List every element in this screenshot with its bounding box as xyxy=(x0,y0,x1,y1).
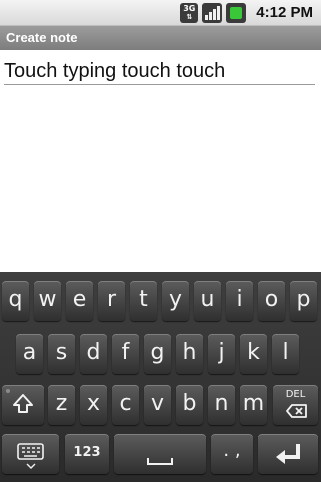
soft-keyboard: q w e r t y u i o p a s d f g h j k l z … xyxy=(0,272,321,482)
key-k[interactable]: k xyxy=(240,334,267,374)
title-bar: Create note xyxy=(0,26,321,50)
key-q[interactable]: q xyxy=(2,281,29,321)
status-icons: 3G ⇅ 4:12 PM xyxy=(180,2,313,23)
key-z[interactable]: z xyxy=(48,385,75,425)
key-c[interactable]: c xyxy=(112,385,139,425)
key-o[interactable]: o xyxy=(258,281,285,321)
key-j[interactable]: j xyxy=(208,334,235,374)
symbols-key[interactable]: 123 xyxy=(65,434,109,474)
network-label: 3G xyxy=(183,3,196,13)
key-h[interactable]: h xyxy=(176,334,203,374)
key-t[interactable]: t xyxy=(130,281,157,321)
key-m[interactable]: m xyxy=(240,385,267,425)
key-w[interactable]: w xyxy=(34,281,61,321)
key-i[interactable]: i xyxy=(226,281,253,321)
key-r[interactable]: r xyxy=(98,281,125,321)
key-g[interactable]: g xyxy=(144,334,171,374)
enter-key[interactable] xyxy=(258,434,318,474)
key-a[interactable]: a xyxy=(16,334,43,374)
status-bar: 3G ⇅ 4:12 PM xyxy=(0,0,321,26)
space-key[interactable] xyxy=(114,434,206,474)
key-l[interactable]: l xyxy=(272,334,299,374)
signal-icon xyxy=(202,2,223,23)
key-b[interactable]: b xyxy=(176,385,203,425)
delete-key[interactable]: DEL xyxy=(273,385,318,425)
key-d[interactable]: d xyxy=(80,334,107,374)
key-n[interactable]: n xyxy=(208,385,235,425)
battery-icon xyxy=(226,2,247,23)
keyboard-settings-icon xyxy=(17,443,44,469)
punctuation-key[interactable]: . , xyxy=(211,434,253,474)
status-time: 4:12 PM xyxy=(256,4,313,21)
page-title: Create note xyxy=(6,30,78,45)
shift-icon xyxy=(6,389,33,413)
backspace-icon xyxy=(286,404,307,418)
network-3g-icon: 3G ⇅ xyxy=(180,2,199,23)
space-icon xyxy=(147,458,173,465)
key-s[interactable]: s xyxy=(48,334,75,374)
shift-key[interactable] xyxy=(2,385,44,425)
key-u[interactable]: u xyxy=(194,281,221,321)
keyboard-settings-key[interactable] xyxy=(2,434,59,474)
key-y[interactable]: y xyxy=(162,281,189,321)
key-e[interactable]: e xyxy=(66,281,93,321)
key-v[interactable]: v xyxy=(144,385,171,425)
key-x[interactable]: x xyxy=(80,385,107,425)
key-p[interactable]: p xyxy=(290,281,317,321)
enter-icon xyxy=(276,444,300,464)
note-text-field[interactable]: Touch typing touch touch xyxy=(4,58,315,85)
key-f[interactable]: f xyxy=(112,334,139,374)
